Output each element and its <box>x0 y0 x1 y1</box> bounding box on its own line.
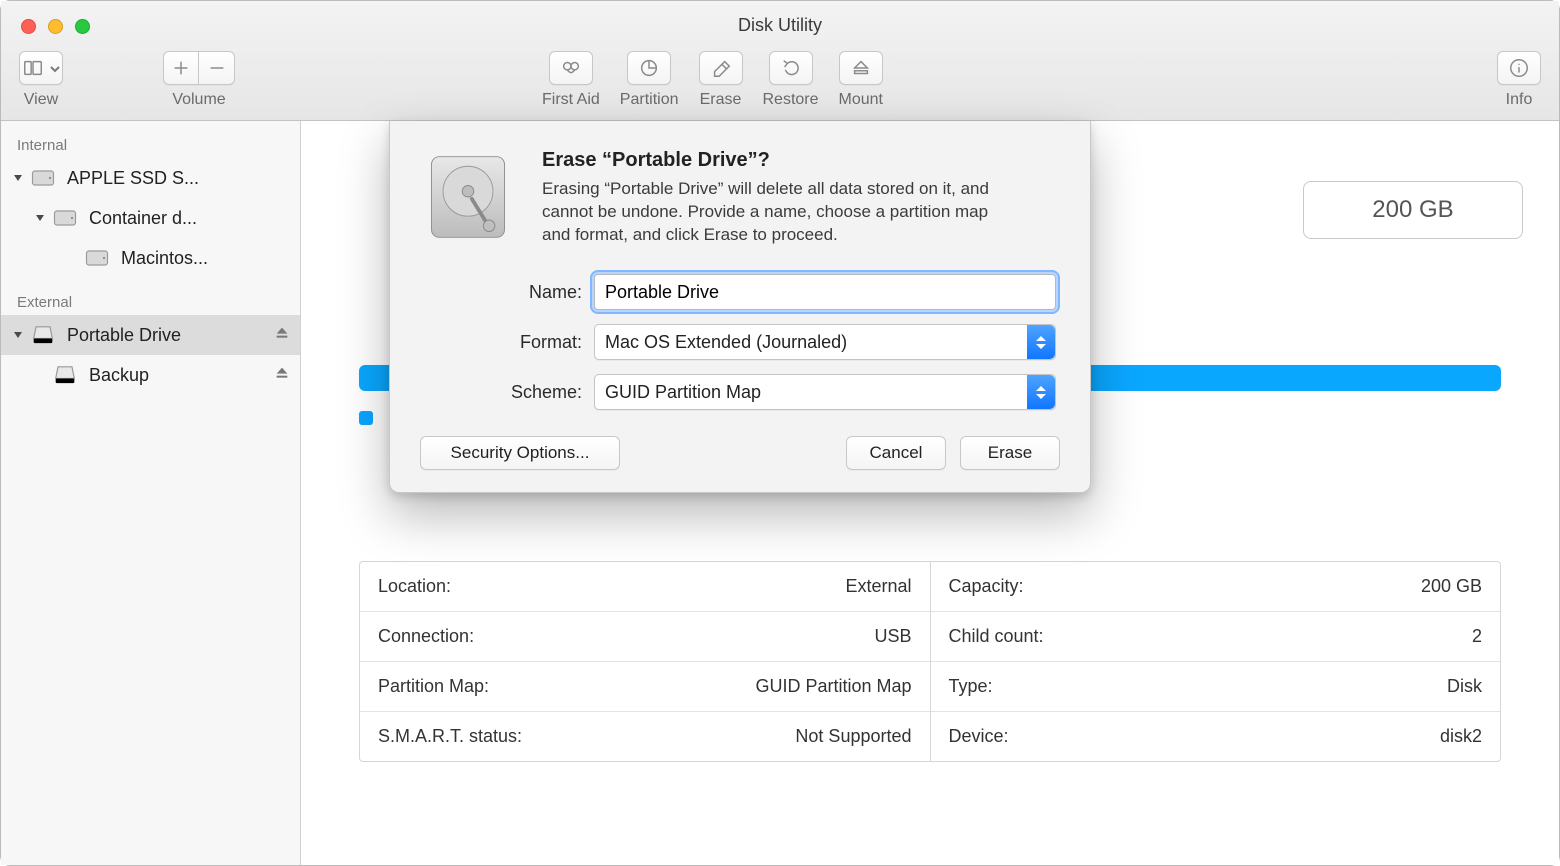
info-key: Partition Map: <box>378 676 489 697</box>
sidebar-item-label: Macintos... <box>121 248 208 269</box>
info-value: 2 <box>1472 626 1482 647</box>
hdd-icon <box>83 244 111 272</box>
eject-icon[interactable] <box>274 365 290 386</box>
name-input[interactable] <box>594 274 1056 310</box>
cancel-button[interactable]: Cancel <box>846 436 946 470</box>
mount-label: Mount <box>839 91 883 109</box>
info-value: disk2 <box>1440 726 1482 747</box>
format-value: Mac OS Extended (Journaled) <box>605 332 847 353</box>
info-key: Capacity: <box>949 576 1024 597</box>
sidebar: Internal APPLE SSD S... Container d... M… <box>1 121 301 865</box>
external-drive-icon <box>51 361 79 389</box>
security-options-button[interactable]: Security Options... <box>420 436 620 470</box>
eject-icon[interactable] <box>274 325 290 346</box>
mount-button[interactable] <box>839 51 883 85</box>
info-value: GUID Partition Map <box>755 676 911 697</box>
scheme-value: GUID Partition Map <box>605 382 761 403</box>
sidebar-item-macintosh[interactable]: Macintos... <box>1 238 300 278</box>
view-button[interactable] <box>19 51 63 85</box>
select-stepper-icon <box>1027 375 1055 409</box>
add-volume-button[interactable] <box>163 51 199 85</box>
volume-label: Volume <box>172 91 225 109</box>
format-select[interactable]: Mac OS Extended (Journaled) <box>594 324 1056 360</box>
titlebar: Disk Utility View Volume First Aid Pa <box>1 1 1559 121</box>
sidebar-section-internal: Internal <box>1 131 300 158</box>
info-table: Location: External Connection: USB Partiti… <box>359 561 1501 762</box>
scheme-label: Scheme: <box>432 382 582 403</box>
info-key: Type: <box>949 676 993 697</box>
hdd-icon <box>51 204 79 232</box>
scheme-select[interactable]: GUID Partition Map <box>594 374 1056 410</box>
sidebar-item-internal-disk[interactable]: APPLE SSD S... <box>1 158 300 198</box>
partition-button[interactable] <box>627 51 671 85</box>
sheet-title: Erase “Portable Drive”? <box>542 149 1012 172</box>
view-label: View <box>24 91 58 109</box>
info-value: External <box>845 576 911 597</box>
toolbar: View Volume First Aid Partition Erase <box>1 47 1559 121</box>
remove-volume-button[interactable] <box>199 51 235 85</box>
restore-label: Restore <box>763 91 819 109</box>
info-value: Disk <box>1447 676 1482 697</box>
info-key: Child count: <box>949 626 1044 647</box>
hdd-icon <box>29 164 57 192</box>
window-title: Disk Utility <box>1 15 1559 36</box>
info-label: Info <box>1506 91 1533 109</box>
erase-confirm-button[interactable]: Erase <box>960 436 1060 470</box>
sidebar-item-label: APPLE SSD S... <box>67 168 199 189</box>
info-key: S.M.A.R.T. status: <box>378 726 522 747</box>
capacity-badge: 200 GB <box>1303 181 1523 239</box>
sidebar-item-backup[interactable]: Backup <box>1 355 300 395</box>
info-button[interactable] <box>1497 51 1541 85</box>
legend-swatch <box>359 411 373 425</box>
info-key: Device: <box>949 726 1009 747</box>
sidebar-item-container[interactable]: Container d... <box>1 198 300 238</box>
drive-illustration-icon <box>420 149 516 250</box>
info-key: Location: <box>378 576 451 597</box>
info-value: Not Supported <box>795 726 911 747</box>
erase-sheet: Erase “Portable Drive”? Erasing “Portabl… <box>389 121 1091 493</box>
sidebar-item-label: Container d... <box>89 208 197 229</box>
partition-label: Partition <box>620 91 679 109</box>
sidebar-item-label: Portable Drive <box>67 325 181 346</box>
sheet-body: Erasing “Portable Drive” will delete all… <box>542 178 1012 247</box>
info-value: USB <box>874 626 911 647</box>
external-drive-icon <box>29 321 57 349</box>
sidebar-item-portable-drive[interactable]: Portable Drive <box>1 315 300 355</box>
restore-button[interactable] <box>769 51 813 85</box>
erase-label: Erase <box>700 91 742 109</box>
first-aid-label: First Aid <box>542 91 600 109</box>
select-stepper-icon <box>1027 325 1055 359</box>
name-label: Name: <box>432 282 582 303</box>
info-key: Connection: <box>378 626 474 647</box>
sidebar-section-external: External <box>1 288 300 315</box>
sidebar-item-label: Backup <box>89 365 149 386</box>
erase-button[interactable] <box>699 51 743 85</box>
format-label: Format: <box>432 332 582 353</box>
info-value: 200 GB <box>1421 576 1482 597</box>
first-aid-button[interactable] <box>549 51 593 85</box>
